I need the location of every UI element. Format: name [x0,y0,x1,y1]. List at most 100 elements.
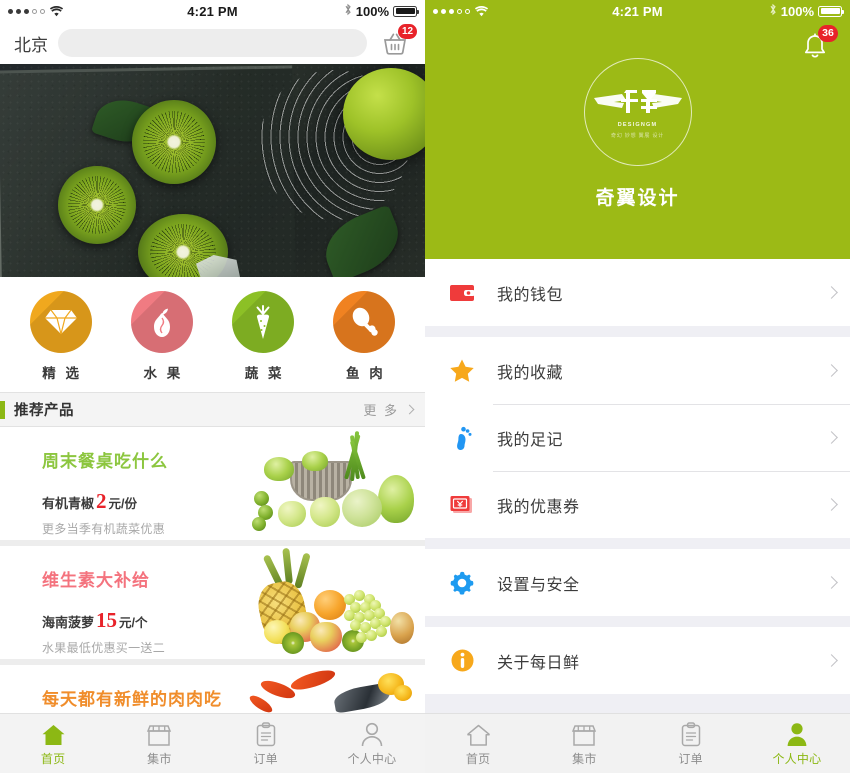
product-item-name: 海南菠萝 [42,615,95,630]
status-right-group: 100% [344,3,419,19]
category-item-yurou[interactable]: 鱼 肉 [319,291,409,382]
wallet-icon [447,278,477,308]
product-price-line: 有机青椒2 元/份 [42,489,238,514]
menu-item-coupons[interactable]: 我的优惠券 [425,471,850,538]
diamond-icon [29,291,92,353]
tab-orders[interactable]: 订单 [638,720,744,767]
product-price: 2 [96,489,107,513]
cart-button[interactable]: 12 [377,24,417,59]
home-icon [466,720,491,747]
tab-label: 订单 [253,752,278,766]
chevron-right-icon [825,286,838,299]
tab-label: 集市 [572,752,597,766]
category-row: 精 选 水 果 蔬 菜 鱼 肉 [0,277,425,392]
product-unit: 元/个 [119,616,148,630]
star-icon [447,356,477,386]
product-headline: 维生素大补给 [42,571,150,590]
chevron-right-icon [825,431,838,444]
product-price-line: 海南菠萝15 元/个 [42,608,238,633]
market-icon [571,720,597,747]
chevron-right-icon [825,498,838,511]
section-accent-bar [0,400,5,419]
hero-kiwi [58,166,136,244]
dual-screen-mockup: 4:21 PM 100% 北京 12 精 选 水 果 蔬 菜 鱼 肉 推荐产品 … [0,0,850,773]
chevron-right-icon [404,404,415,415]
menu-item-label: 我的足记 [497,431,564,449]
chevron-right-icon [825,654,838,667]
product-image-vegetables [238,427,425,540]
section-title: 推荐产品 [14,403,74,419]
status-right-group: 100% [769,3,844,19]
hero-kiwi [132,100,216,184]
brand-name: 奇翼设计 [595,188,680,209]
category-item-shucai[interactable]: 蔬 菜 [218,291,308,382]
search-input[interactable] [58,29,367,57]
tab-market[interactable]: 集市 [531,720,637,767]
menu-divider [425,326,850,337]
person-icon [785,720,809,747]
section-more-link[interactable]: 更 多 [363,400,415,419]
tab-profile[interactable]: 个人中心 [744,720,850,767]
pear-icon [130,291,193,353]
notifications-button[interactable]: 36 [798,25,838,64]
drumstick-icon [333,291,396,353]
menu-item-about[interactable]: 关于每日鲜 [425,627,850,694]
tab-label: 首页 [40,752,66,766]
footprint-icon [447,423,477,453]
product-subtitle: 水果最低优惠买一送二 [42,641,166,655]
tab-profile[interactable]: 个人中心 [319,720,425,767]
notification-badge: 36 [818,25,838,42]
menu-group-about: 关于每日鲜 [425,627,850,694]
category-label: 水 果 [143,366,184,381]
home-screen: 4:21 PM 100% 北京 12 精 选 水 果 蔬 菜 鱼 肉 推荐产品 … [0,0,425,773]
status-bar-left: 4:21 PM 100% [0,0,425,22]
tab-home[interactable]: 首页 [425,720,531,767]
product-price: 15 [96,608,118,632]
city-selector[interactable]: 北京 [14,31,48,56]
menu-item-favorites[interactable]: 我的收藏 [425,337,850,404]
menu-item-footprints[interactable]: 我的足记 [425,404,850,471]
menu-item-wallet[interactable]: 我的钱包 [425,259,850,326]
category-label: 鱼 肉 [345,366,386,381]
hero-banner[interactable] [0,64,425,277]
home-icon [41,720,66,747]
tab-label: 订单 [678,752,703,766]
product-item-name: 有机青椒 [42,496,95,511]
battery-percent: 100% [355,3,389,19]
cart-badge: 12 [398,24,417,39]
product-image-fruits [238,546,425,659]
battery-percent: 100% [780,3,814,19]
tab-label: 集市 [147,752,172,766]
menu-item-label: 我的优惠券 [497,498,580,516]
menu-divider [425,616,850,627]
person-icon [360,720,384,747]
product-subtitle: 更多当季有机蔬菜优惠 [42,522,166,536]
category-item-jingxuan[interactable]: 精 选 [16,291,106,382]
clipboard-icon [680,720,702,747]
tab-orders[interactable]: 订单 [213,720,319,767]
menu-item-label: 我的钱包 [497,286,564,304]
menu-item-settings[interactable]: 设置与安全 [425,549,850,616]
product-headline: 每天都有新鲜的肉肉吃 [42,690,222,709]
bluetooth-icon [769,3,777,19]
chevron-right-icon [825,576,838,589]
tab-market[interactable]: 集市 [106,720,212,767]
category-label: 精 选 [42,366,82,381]
tab-label: 首页 [465,752,491,766]
bluetooth-icon [344,3,352,19]
section-more-label: 更 多 [363,403,399,418]
menu-group-wallet: 我的钱包 [425,259,850,326]
carrot-icon [232,291,295,353]
logo-tagline: 奇幻 妙想 翼展 设计 [611,132,664,139]
category-item-shuiguo[interactable]: 水 果 [117,291,207,382]
battery-icon [818,5,844,17]
clipboard-icon [255,720,277,747]
product-card[interactable]: 维生素大补给 海南菠萝15 元/个 水果最低优惠买一送二 [0,546,425,659]
profile-header: 36 DESIGNGM 奇幻 妙想 翼展 设计 奇翼设计 [425,22,850,259]
product-card[interactable]: 周末餐桌吃什么 有机青椒2 元/份 更多当季有机蔬菜优惠 [0,427,425,540]
menu-item-label: 设置与安全 [497,576,580,594]
menu-item-label: 关于每日鲜 [497,654,580,672]
tab-home[interactable]: 首页 [0,720,106,767]
brand-logo: DESIGNGM 奇幻 妙想 翼展 设计 [583,58,692,166]
profile-menu: 我的钱包 我的收藏 我的足记 我的优惠券 设置与安全 关于每日鲜 [425,259,850,694]
